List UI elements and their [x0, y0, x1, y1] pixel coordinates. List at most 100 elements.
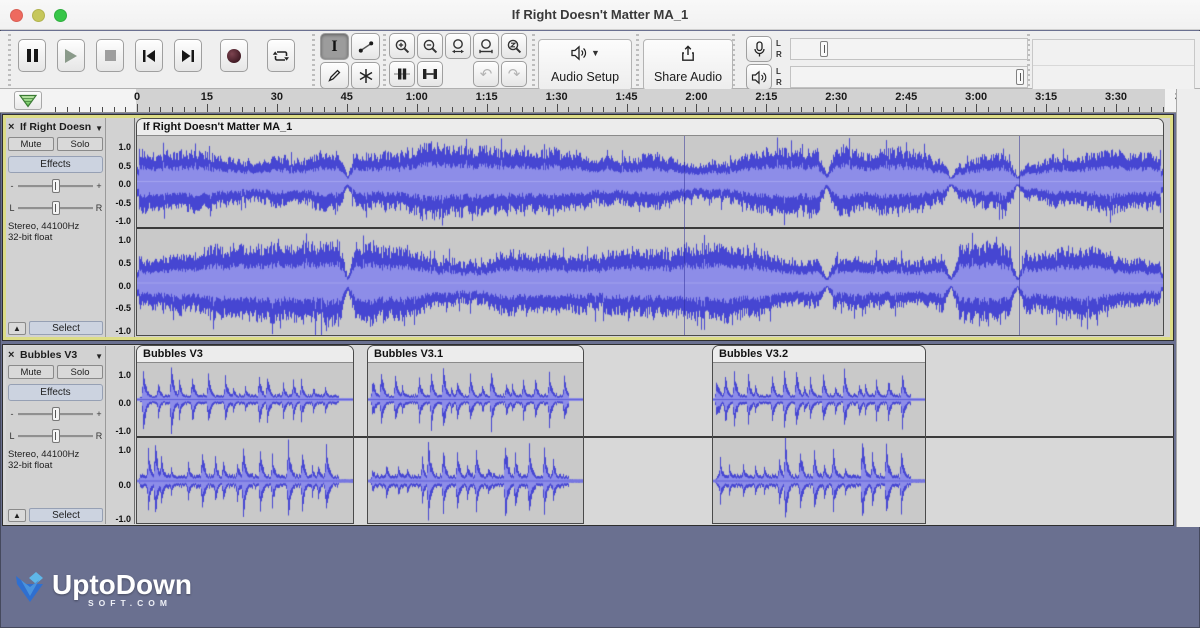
ruler-tick — [720, 107, 721, 112]
share-audio-button[interactable]: Share Audio — [643, 39, 733, 91]
gain-slider[interactable]: - + — [8, 176, 103, 195]
zoom-in-button[interactable] — [389, 33, 415, 59]
clip-split-line[interactable] — [1019, 136, 1020, 336]
ruler-tick — [242, 107, 243, 112]
clip-title[interactable]: Bubbles V3 — [137, 346, 353, 363]
clip-title[interactable]: Bubbles V3.2 — [713, 346, 925, 363]
vertical-scrollbar[interactable] — [1176, 89, 1200, 527]
track-format-info: Stereo, 44100Hz 32-bit float — [8, 449, 103, 471]
window-title: If Right Doesn't Matter MA_1 — [0, 7, 1200, 22]
redo-button[interactable]: ↷ — [501, 61, 527, 87]
solo-button[interactable]: Solo — [57, 137, 103, 151]
waveform-canvas[interactable] — [137, 229, 1163, 336]
fit-project-button[interactable] — [473, 33, 499, 59]
ruler-tick — [172, 107, 173, 112]
toolbar-grip[interactable] — [8, 34, 11, 86]
record-button[interactable] — [220, 39, 248, 72]
toolbar-grip[interactable] — [532, 34, 535, 86]
draw-tool-button[interactable] — [320, 62, 349, 89]
playback-volume-slider[interactable] — [1016, 69, 1024, 85]
zoom-toggle-button[interactable] — [501, 33, 527, 59]
ruler-tick — [277, 104, 278, 112]
pan-slider[interactable]: L R — [8, 198, 103, 217]
mute-button[interactable]: Mute — [8, 137, 54, 151]
audio-clip[interactable]: If Right Doesn't Matter MA_1 — [136, 118, 1164, 336]
select-button[interactable]: Select — [29, 508, 103, 522]
skip-to-end-icon — [180, 49, 196, 63]
play-button[interactable] — [57, 39, 85, 72]
waveform-canvas[interactable] — [713, 438, 925, 524]
silence-audio-button[interactable] — [417, 61, 443, 87]
waveform-canvas[interactable] — [137, 438, 353, 524]
clip-split-line[interactable] — [684, 136, 685, 336]
amplitude-scale-label: -1.0 — [115, 514, 131, 524]
selection-tool-button[interactable]: I — [320, 33, 349, 60]
audio-setup-button[interactable]: ▼ Audio Setup — [538, 39, 632, 91]
ruler-tick — [1046, 104, 1047, 112]
close-track-icon[interactable] — [8, 349, 18, 361]
audio-clip[interactable]: Bubbles V3.2 — [712, 345, 926, 524]
waveform-canvas[interactable] — [368, 438, 583, 524]
audio-clip[interactable]: Bubbles V3.1 — [367, 345, 584, 524]
ruler-tick — [160, 107, 161, 112]
fit-selection-button[interactable] — [445, 33, 471, 59]
zoom-out-button[interactable] — [417, 33, 443, 59]
gain-slider-thumb[interactable] — [52, 179, 60, 193]
loop-button[interactable] — [267, 39, 295, 72]
effects-button[interactable]: Effects — [8, 156, 103, 173]
ruler-tick — [79, 107, 80, 112]
timeline-ruler[interactable]: 01530451:001:151:301:452:002:152:302:453… — [0, 89, 1200, 113]
amplitude-scale-label: 0.0 — [118, 480, 131, 490]
timeline-options-button[interactable] — [14, 91, 42, 110]
undo-button[interactable]: ↶ — [473, 61, 499, 87]
clip-title[interactable]: Bubbles V3.1 — [368, 346, 583, 363]
clip-title[interactable]: If Right Doesn't Matter MA_1 — [137, 119, 1163, 136]
skip-to-start-button[interactable] — [135, 39, 163, 72]
solo-button[interactable]: Solo — [57, 365, 103, 379]
track-name[interactable]: If Right Doesn — [20, 121, 93, 133]
track-1-control-panel: If Right Doesn Mute Solo Effects - + L R… — [6, 118, 106, 337]
effects-button[interactable]: Effects — [8, 384, 103, 401]
pan-slider-thumb[interactable] — [52, 429, 60, 443]
ruler-tick — [265, 107, 266, 112]
select-button[interactable]: Select — [29, 321, 103, 335]
uptodown-logo-icon — [12, 570, 48, 610]
pan-slider-thumb[interactable] — [52, 201, 60, 215]
envelope-tool-button[interactable] — [351, 33, 380, 60]
audio-clip[interactable]: Bubbles V3 — [136, 345, 354, 524]
track-1-vertical-scale[interactable]: 1.00.50.0-0.5-1.01.00.50.0-0.5-1.0 — [106, 118, 135, 337]
playback-meter[interactable] — [790, 66, 1028, 88]
ruler-tick — [463, 107, 464, 112]
multi-tool-button[interactable] — [351, 62, 380, 89]
collapse-track-icon[interactable]: ▲ — [8, 509, 26, 522]
ruler-tick — [731, 107, 732, 112]
waveform-canvas[interactable] — [713, 363, 925, 436]
pan-slider[interactable]: L R — [8, 426, 103, 445]
waveform-canvas[interactable] — [137, 363, 353, 436]
toolbar-grip[interactable] — [636, 34, 639, 86]
track-2-vertical-scale[interactable]: 1.00.0-1.01.00.0-1.0 — [106, 346, 135, 524]
track-menu-icon[interactable] — [95, 118, 103, 136]
waveform-canvas[interactable] — [137, 136, 1163, 227]
waveform-canvas[interactable] — [368, 363, 583, 436]
trim-audio-button[interactable] — [389, 61, 415, 87]
zoom-out-icon — [422, 38, 439, 55]
toolbar-grip[interactable] — [312, 34, 315, 86]
ruler-tick — [1000, 107, 1001, 112]
gain-slider-thumb[interactable] — [52, 407, 60, 421]
track-name[interactable]: Bubbles V3 — [20, 349, 93, 361]
ruler-tick — [312, 107, 313, 112]
gain-slider[interactable]: - + — [8, 404, 103, 423]
playback-meter-button[interactable] — [746, 64, 772, 90]
pause-button[interactable] — [18, 39, 46, 72]
toolbar-grip[interactable] — [383, 34, 386, 86]
ruler-tick — [102, 107, 103, 112]
record-meter-button[interactable] — [746, 36, 772, 62]
collapse-track-icon[interactable]: ▲ — [8, 322, 26, 335]
close-track-icon[interactable] — [8, 121, 18, 133]
record-volume-slider[interactable] — [820, 41, 828, 57]
track-menu-icon[interactable] — [95, 346, 103, 364]
skip-to-end-button[interactable] — [174, 39, 202, 72]
mute-button[interactable]: Mute — [8, 365, 54, 379]
stop-button[interactable] — [96, 39, 124, 72]
